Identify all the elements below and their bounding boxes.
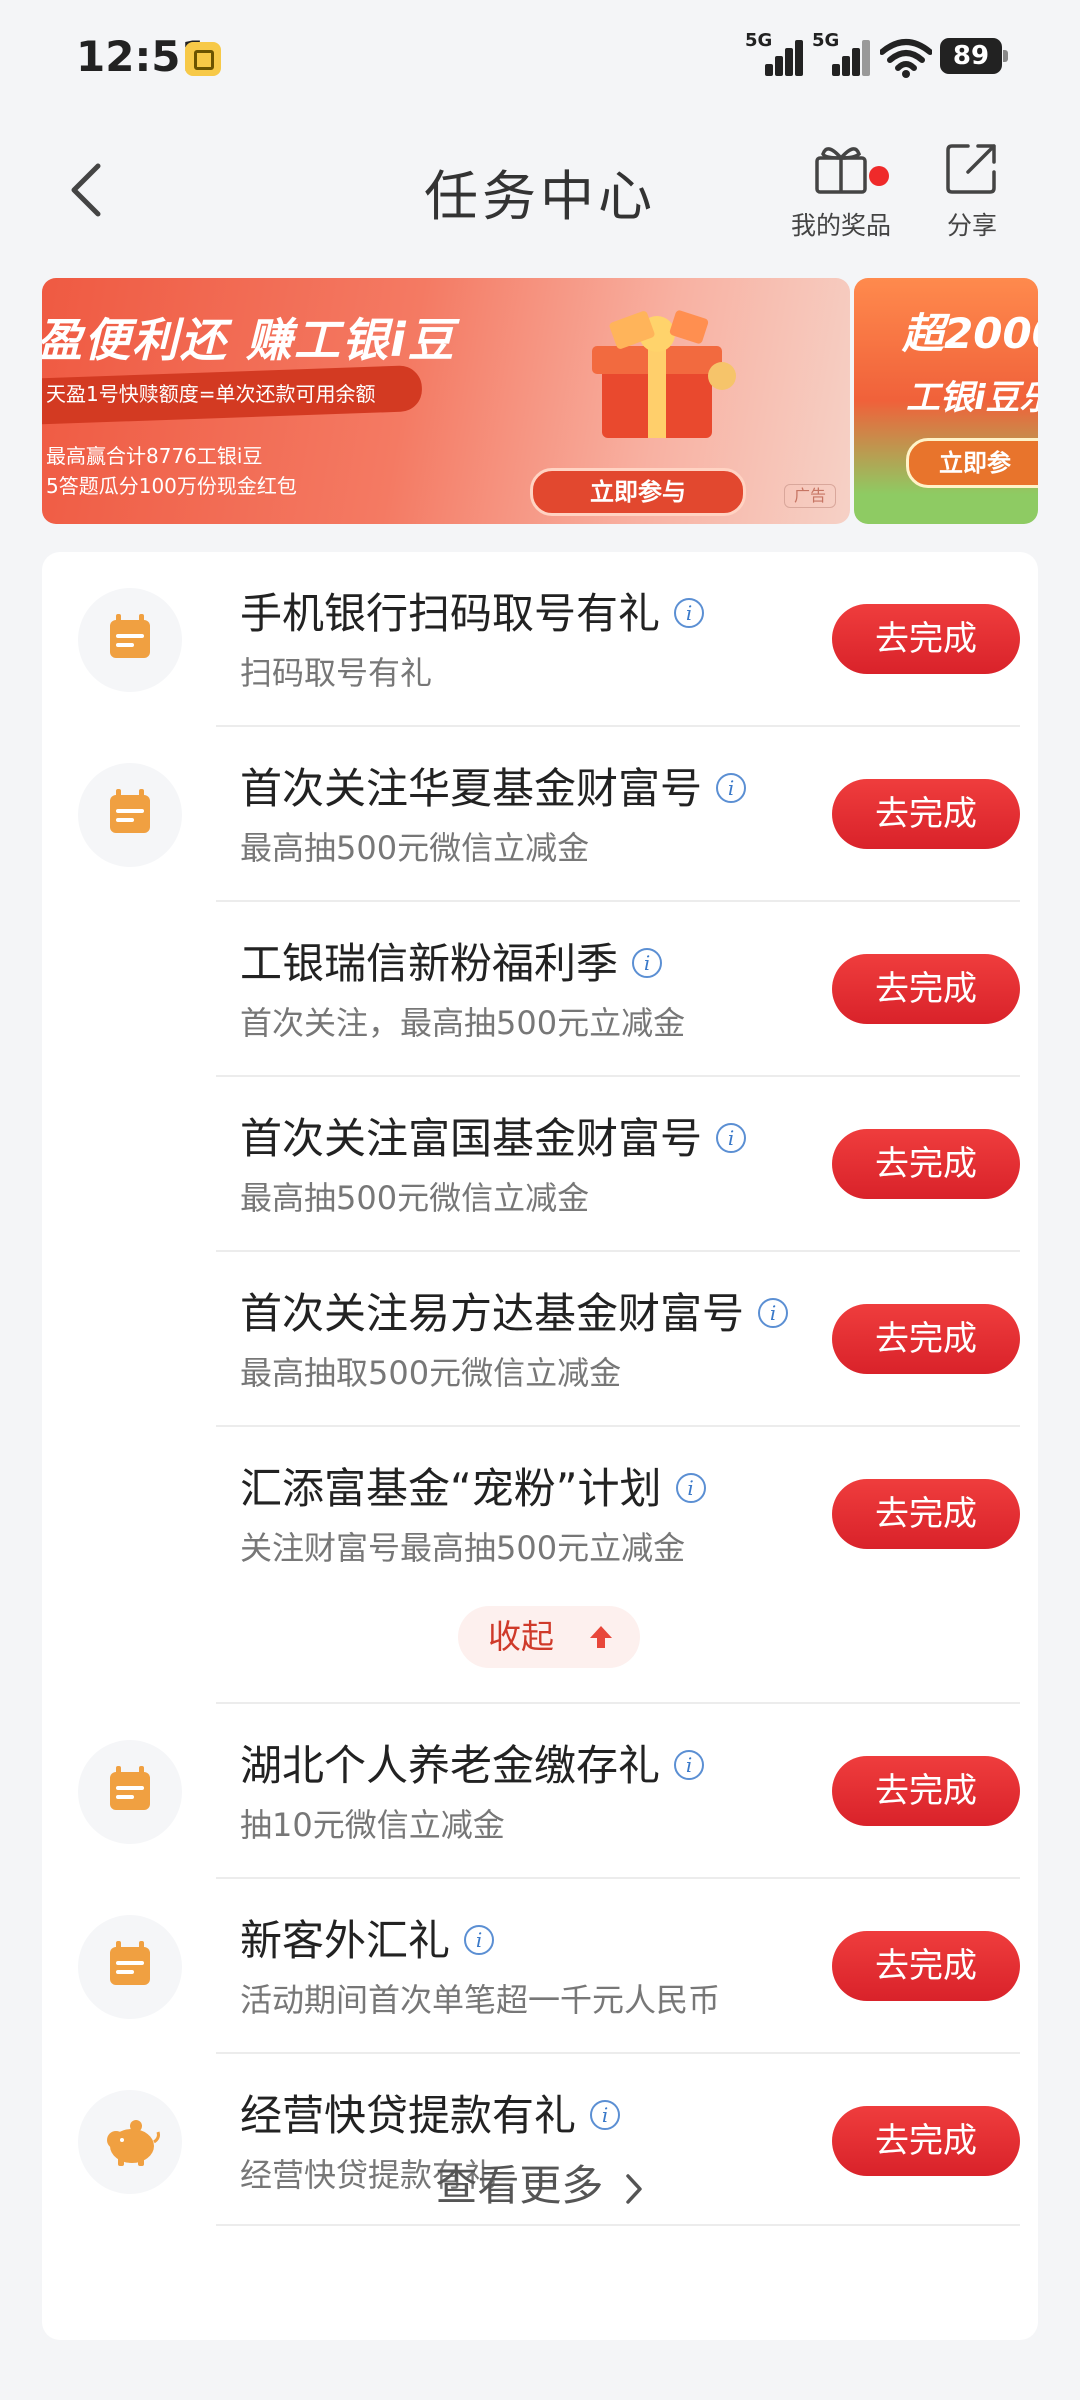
task-icon-container: [78, 763, 182, 867]
info-icon[interactable]: i: [758, 1297, 789, 1328]
task-subtitle: 抽10元微信立减金: [240, 1806, 505, 1844]
task-item: 工银瑞信新粉福利季 i 首次关注，最高抽500元立减金 去完成: [42, 902, 1038, 1077]
info-icon[interactable]: i: [674, 1749, 705, 1780]
task-item: 汇添富基金“宠粉”计划 i 关注财富号最高抽500元立减金 去完成: [42, 1427, 1038, 1602]
task-title: 经营快贷提款有礼 i: [240, 2082, 621, 2143]
share-icon: [946, 144, 996, 194]
cellular-signal-2-icon: 5G: [812, 30, 870, 76]
task-subtitle: 首次关注，最高抽500元立减金: [240, 1004, 686, 1042]
go-complete-button[interactable]: 去完成: [832, 1304, 1020, 1374]
next-banner-join-button[interactable]: 立即参: [906, 438, 1038, 488]
go-complete-button[interactable]: 去完成: [832, 1756, 1020, 1826]
task-list-card: 手机银行扫码取号有礼 i 扫码取号有礼 去完成 首次关注华夏基金财富号 i 最高抽5…: [42, 552, 1038, 2340]
task-icon-container: [78, 1915, 182, 2019]
info-icon[interactable]: i: [590, 2099, 621, 2130]
gift-icon: [815, 147, 867, 194]
task-title: 汇添富基金“宠粉”计划 i: [240, 1455, 706, 1516]
task-item: 新客外汇礼 i 活动期间首次单笔超一千元人民币 去完成: [42, 1879, 1038, 2054]
next-banner-subtitle: 工银i豆乐: [906, 378, 1038, 418]
task-icon-container: [78, 588, 182, 692]
task-item: 首次关注华夏基金财富号 i 最高抽500元微信立减金 去完成: [42, 727, 1038, 902]
share-button[interactable]: 分享: [932, 140, 1012, 242]
task-item: 湖北个人养老金缴存礼 i 抽10元微信立减金 去完成: [42, 1704, 1038, 1879]
battery-indicator: 89: [940, 38, 1008, 74]
task-item: 首次关注易方达基金财富号 i 最高抽取500元微信立减金 去完成: [42, 1252, 1038, 1427]
promo-banner-carousel[interactable]: 盈便利还 赚工银i豆 天盈1号快赎额度=单次还款可用余额 最高赢合计8776工银…: [42, 278, 1038, 524]
task-title: 工银瑞信新粉福利季 i: [240, 930, 663, 991]
info-icon[interactable]: i: [464, 1924, 495, 1955]
task-title: 湖北个人养老金缴存礼 i: [240, 1732, 705, 1793]
promo-banner[interactable]: 盈便利还 赚工银i豆 天盈1号快赎额度=单次还款可用余额 最高赢合计8776工银…: [42, 278, 850, 524]
gift-box-illustration: [592, 310, 736, 438]
banner-join-button[interactable]: 立即参与: [530, 468, 746, 516]
chevron-right-icon: [625, 2173, 642, 2204]
collapse-button[interactable]: 收起: [458, 1606, 640, 1668]
notification-dot: [869, 166, 889, 186]
promo-banner-next[interactable]: 超2000 工银i豆乐 立即参: [854, 278, 1038, 524]
info-icon[interactable]: i: [716, 772, 747, 803]
share-label: 分享: [946, 211, 997, 240]
info-icon[interactable]: i: [632, 947, 663, 978]
page-header: 任务中心 我的奖品 分享: [0, 120, 1080, 260]
task-item: 首次关注富国基金财富号 i 最高抽500元微信立减金 去完成: [42, 1077, 1038, 1252]
task-title: 新客外汇礼 i: [240, 1907, 495, 1968]
task-title: 首次关注易方达基金财富号 i: [240, 1280, 789, 1341]
go-complete-button[interactable]: 去完成: [832, 1129, 1020, 1199]
network-type-label: 5G: [745, 30, 773, 51]
view-more-link[interactable]: 查看更多: [42, 2152, 1038, 2213]
banner-headline: 盈便利还 赚工银i豆: [42, 313, 456, 367]
view-more-label: 查看更多: [435, 2161, 604, 2210]
arrow-up-icon: [590, 1626, 612, 1648]
task-subtitle: 最高抽500元微信立减金: [240, 829, 590, 867]
task-subtitle: 扫码取号有礼: [240, 654, 433, 692]
task-title: 首次关注富国基金财富号 i: [240, 1105, 747, 1166]
task-title: 首次关注华夏基金财富号 i: [240, 755, 747, 816]
info-icon[interactable]: i: [716, 1122, 747, 1153]
go-complete-button[interactable]: 去完成: [832, 1931, 1020, 2001]
calendar-icon: [110, 789, 150, 833]
calendar-icon: [110, 1941, 150, 1985]
ad-tag: 广告: [784, 484, 836, 508]
task-subtitle: 关注财富号最高抽500元立减金: [240, 1529, 686, 1567]
task-item: 手机银行扫码取号有礼 i 扫码取号有礼 去完成: [42, 552, 1038, 727]
network-type-label-2: 5G: [812, 30, 840, 51]
calendar-icon: [110, 614, 150, 658]
next-banner-title: 超2000: [902, 309, 1038, 358]
banner-subline: 天盈1号快赎额度=单次还款可用余额: [46, 382, 376, 406]
page-title: 任务中心: [424, 165, 656, 228]
go-complete-button[interactable]: 去完成: [832, 779, 1020, 849]
info-icon[interactable]: i: [675, 1472, 706, 1503]
divider: [216, 2224, 1020, 2226]
banner-description-2: 5答题瓜分100万份现金红包: [46, 474, 297, 498]
banner-description-1: 最高赢合计8776工银i豆: [46, 444, 263, 468]
my-prizes-label: 我的奖品: [790, 211, 891, 240]
go-complete-button[interactable]: 去完成: [832, 954, 1020, 1024]
my-prizes-button[interactable]: 我的奖品: [785, 140, 897, 242]
wifi-icon: [880, 39, 932, 78]
carousel-indicator: [496, 514, 608, 524]
task-subtitle: 活动期间首次单笔超一千元人民币: [240, 1981, 721, 2019]
go-complete-button[interactable]: 去完成: [832, 1479, 1020, 1549]
screenshot-indicator-icon: [185, 42, 221, 76]
info-icon[interactable]: i: [674, 597, 705, 628]
collapse-label: 收起: [488, 1617, 554, 1656]
task-icon-container: [78, 1740, 182, 1844]
task-subtitle: 最高抽取500元微信立减金: [240, 1354, 622, 1392]
cellular-signal-icon: 5G: [745, 30, 803, 76]
status-bar: 12:51 5G 5G 89: [0, 0, 1080, 120]
task-subtitle: 最高抽500元微信立减金: [240, 1179, 590, 1217]
calendar-icon: [110, 1766, 150, 1810]
task-title: 手机银行扫码取号有礼 i: [240, 580, 705, 641]
go-complete-button[interactable]: 去完成: [832, 604, 1020, 674]
